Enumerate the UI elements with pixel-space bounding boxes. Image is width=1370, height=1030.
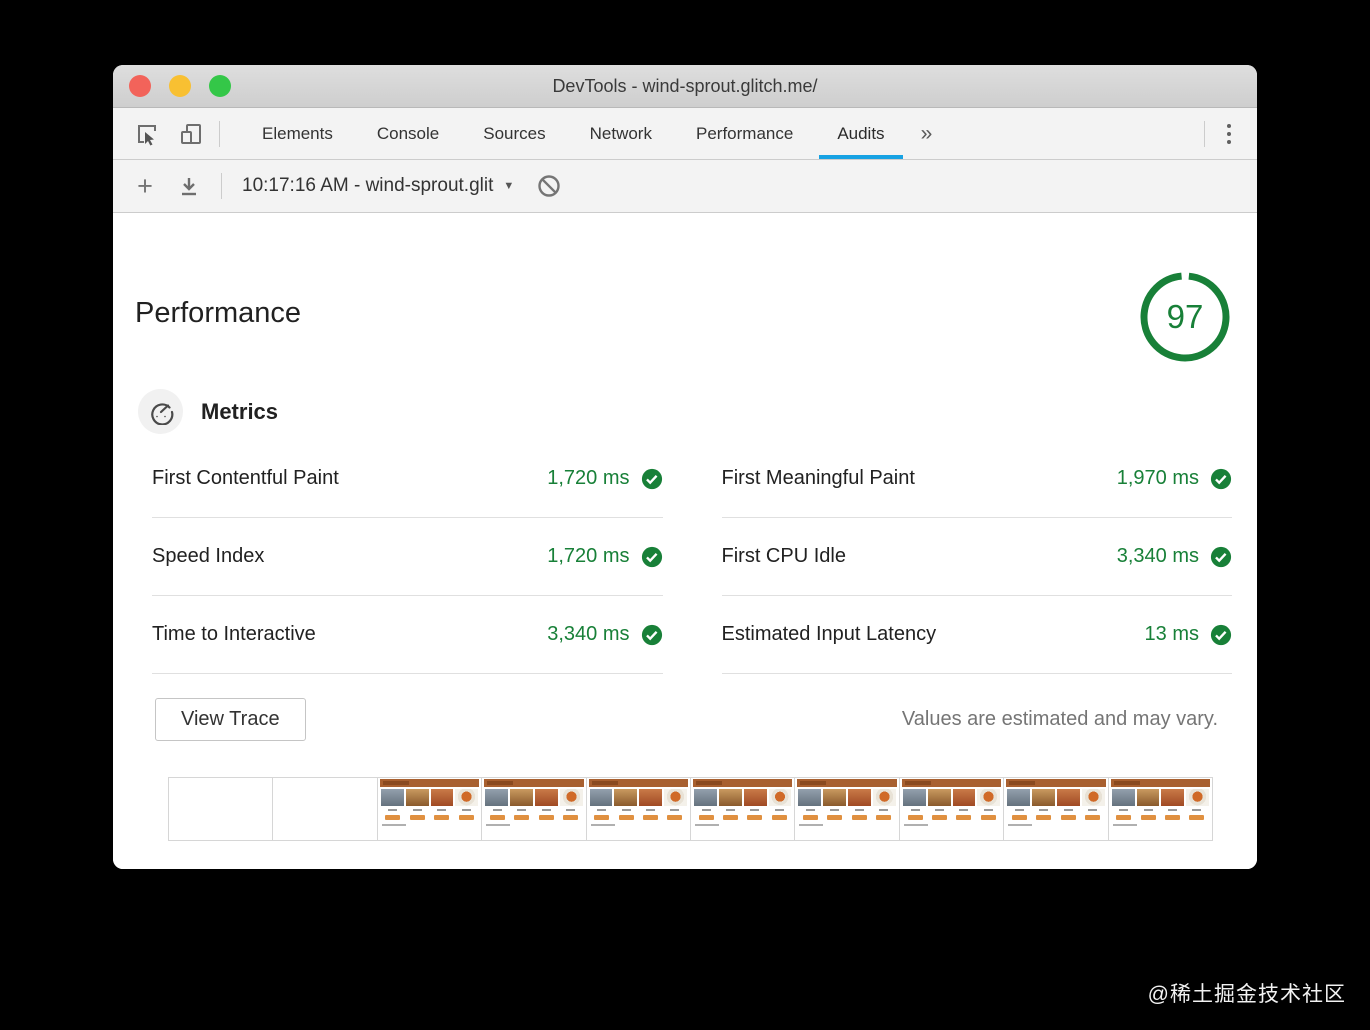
tab-network[interactable]: Network [568, 108, 674, 159]
filmstrip-frame [1003, 777, 1109, 841]
devtools-tabbar: Elements Console Sources Network Perform… [113, 108, 1257, 160]
tab-audits[interactable]: Audits [815, 108, 906, 159]
pass-check-icon [641, 624, 662, 645]
tab-console[interactable]: Console [355, 108, 461, 159]
metric-row-first-cpu-idle: First CPU Idle 3,340 ms [721, 518, 1232, 596]
metrics-disclaimer: Values are estimated and may vary. [901, 708, 1218, 730]
pass-check-icon [641, 468, 662, 489]
audits-toolbar: + 10:17:16 AM - wind-sprout.glit ▼ [113, 160, 1257, 213]
clear-audits-icon[interactable] [536, 173, 562, 199]
metric-row-time-to-interactive: Time to Interactive 3,340 ms [152, 596, 663, 674]
screenshot-filmstrip [168, 777, 1214, 841]
audits-toolbar-separator [221, 173, 222, 199]
tabbar-separator [1204, 120, 1205, 147]
site-watermark: @稀土掘金技术社区 [1147, 983, 1346, 1006]
new-audit-icon[interactable]: + [123, 171, 167, 202]
pass-check-icon [1210, 468, 1232, 489]
titlebar: DevTools - wind-sprout.glitch.me/ [113, 65, 1257, 108]
download-report-icon[interactable] [167, 174, 211, 198]
inspect-element-icon[interactable] [125, 108, 169, 159]
audit-session-dropdown[interactable]: 10:17:16 AM - wind-sprout.glit ▼ [242, 175, 514, 197]
filmstrip-frame [481, 777, 587, 841]
performance-score-gauge[interactable]: 97 [1139, 271, 1231, 363]
more-tabs-chevron-icon[interactable]: » [907, 108, 947, 159]
pass-check-icon [641, 546, 662, 567]
window-title: DevTools - wind-sprout.glitch.me/ [552, 75, 818, 96]
tab-sources[interactable]: Sources [461, 108, 567, 159]
view-trace-button[interactable]: View Trace [155, 698, 306, 741]
metric-row-first-contentful-paint: First Contentful Paint 1,720 ms [152, 440, 663, 518]
tab-performance[interactable]: Performance [674, 108, 815, 159]
panel-tabs: Elements Console Sources Network Perform… [240, 108, 946, 159]
filmstrip-frame [585, 777, 692, 841]
metrics-section-icon-bg [138, 389, 183, 434]
metrics-section-title: Metrics [201, 398, 279, 424]
filmstrip-frame [690, 777, 796, 841]
pass-check-icon [1210, 624, 1232, 645]
audits-report-content: Performance 97 Metrics First Contentful … [113, 213, 1257, 869]
metrics-grid: First Contentful Paint 1,720 ms First Me… [152, 440, 1232, 674]
report-title: Performance [135, 297, 302, 329]
pass-check-icon [1210, 546, 1232, 567]
filmstrip-frame [376, 777, 483, 841]
filmstrip-frame [794, 777, 900, 841]
devtools-window: DevTools - wind-sprout.glitch.me/ Elemen… [113, 65, 1257, 869]
metric-row-speed-index: Speed Index 1,720 ms [152, 518, 663, 596]
stopwatch-icon [150, 402, 173, 425]
performance-score-value: 97 [1166, 298, 1204, 335]
filmstrip-frame [1107, 777, 1214, 841]
dropdown-arrow-icon: ▼ [503, 180, 515, 192]
filmstrip-frame [898, 777, 1005, 841]
toolbar-separator [219, 120, 220, 147]
filmstrip-frame-blank [168, 777, 274, 841]
audit-session-label: 10:17:16 AM - wind-sprout.glit [242, 175, 494, 196]
devtools-menu-icon[interactable] [1211, 123, 1247, 144]
filmstrip-frame-blank [272, 777, 378, 841]
device-toolbar-icon[interactable] [169, 108, 213, 159]
metric-row-estimated-input-latency: Estimated Input Latency 13 ms [721, 596, 1232, 674]
tab-elements[interactable]: Elements [240, 108, 355, 159]
tabbar-right-controls [1198, 108, 1257, 159]
metric-row-first-meaningful-paint: First Meaningful Paint 1,970 ms [721, 440, 1232, 518]
